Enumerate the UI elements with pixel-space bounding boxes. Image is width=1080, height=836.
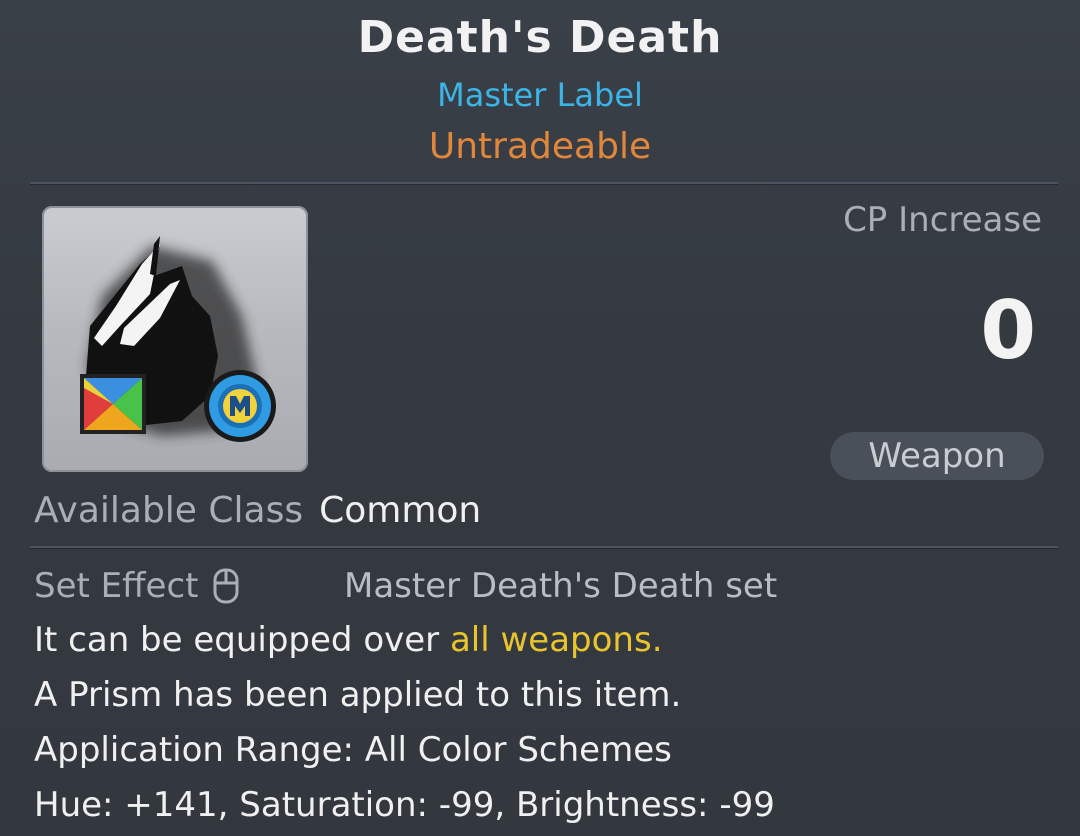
description-line-equip: It can be equipped over all weapons. [34, 620, 663, 660]
master-coin-badge-icon [204, 370, 276, 442]
header-divider [30, 182, 1058, 185]
prism-badge-icon [80, 374, 146, 434]
description-line-range: Application Range: All Color Schemes [34, 730, 672, 770]
description-line-prism: A Prism has been applied to this item. [34, 675, 682, 715]
description-line-hsb: Hue: +141, Saturation: -99, Brightness: … [34, 785, 775, 825]
item-icon-frame [42, 206, 308, 472]
equip-highlight: all weapons. [449, 620, 663, 660]
set-effect-row[interactable]: Set Effect Master Death's Death set [34, 564, 777, 607]
available-class-row: Available Class Common [34, 490, 481, 531]
available-class-value: Common [319, 490, 482, 531]
cp-increase-label: CP Increase [843, 200, 1042, 240]
cp-increase-value: 0 [980, 284, 1036, 377]
set-effect-value: Master Death's Death set [344, 566, 778, 606]
tradeable-status: Untradeable [428, 126, 652, 167]
set-effect-label: Set Effect [34, 565, 199, 606]
item-category-badge: Weapon [830, 432, 1044, 480]
item-name: Death's Death [357, 12, 723, 63]
black-cape-weapon-icon [80, 236, 276, 442]
master-label-tag: Master Label [437, 76, 643, 114]
available-class-label: Available Class [34, 490, 304, 531]
tooltip-header: Death's Death Master Label Untradeable [0, 0, 1080, 182]
stats-divider [30, 546, 1058, 549]
mouse-icon [213, 568, 239, 603]
equip-text: It can be equipped over [34, 620, 450, 660]
item-tooltip: Death's Death Master Label Untradeable C… [0, 0, 1080, 836]
